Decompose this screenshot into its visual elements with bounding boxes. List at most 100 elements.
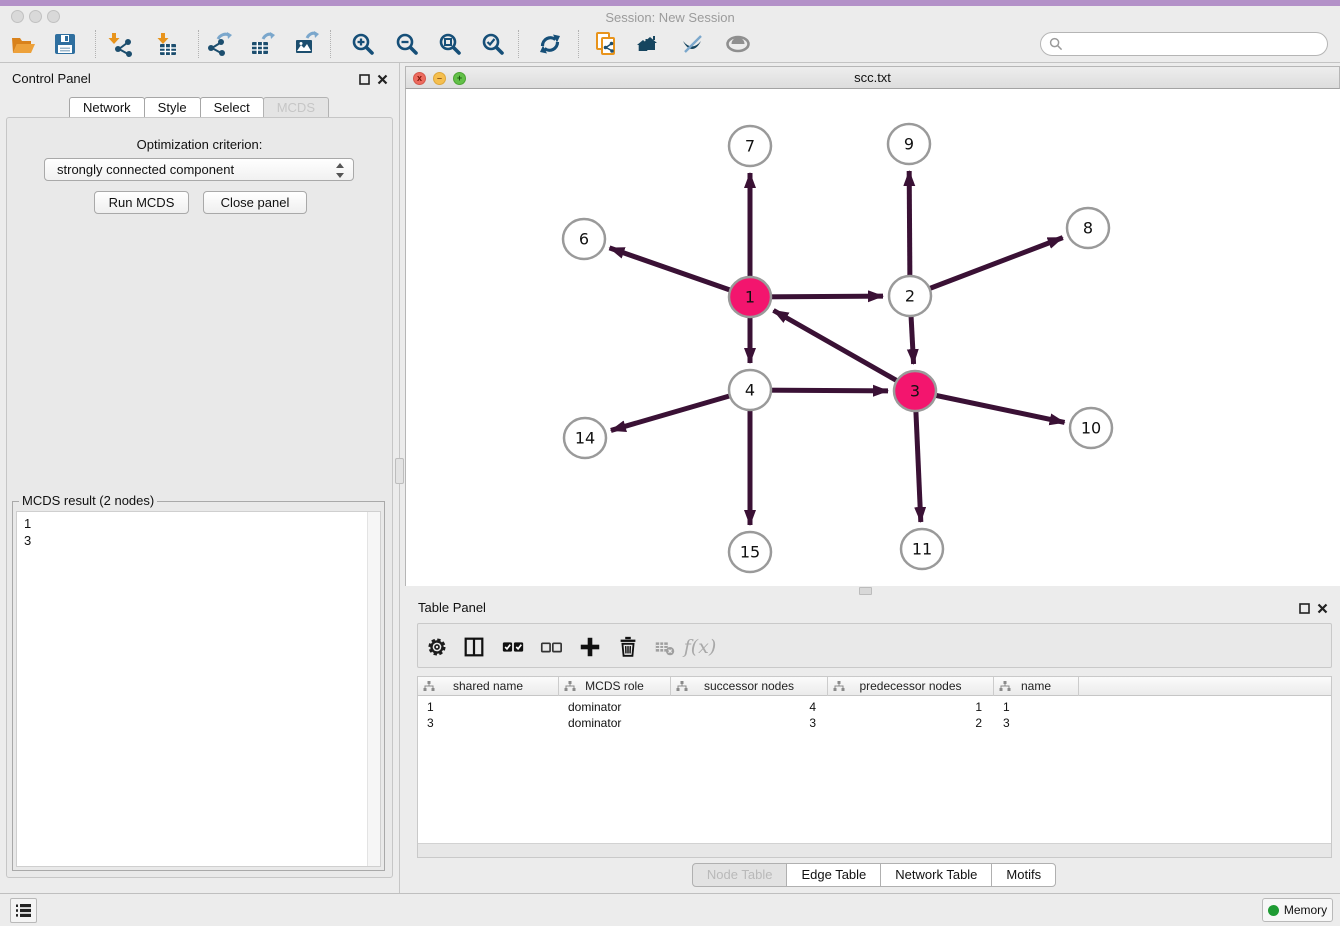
graph-node-11[interactable]: 11: [901, 529, 943, 569]
hierarchy-icon: [833, 681, 845, 692]
graph-node-10[interactable]: 10: [1070, 408, 1112, 448]
toolbar-separator: [330, 30, 331, 58]
columns-icon: [462, 635, 486, 659]
deselect-all-icon: [538, 635, 564, 659]
tab-motifs[interactable]: Motifs: [991, 863, 1056, 887]
export-table-button[interactable]: [247, 29, 277, 59]
mcds-result-textarea[interactable]: 1 3: [16, 511, 381, 867]
horizontal-splitter-handle[interactable]: [859, 587, 872, 595]
select-all-columns-button[interactable]: [499, 633, 527, 661]
search-input[interactable]: [1068, 36, 1327, 52]
zoom-out-button[interactable]: [392, 29, 422, 59]
open-session-button[interactable]: [8, 29, 38, 59]
show-columns-button[interactable]: [460, 633, 488, 661]
tab-select[interactable]: Select: [200, 97, 264, 119]
optimization-criterion-select[interactable]: strongly connected component: [44, 158, 354, 181]
column-header-successor-nodes[interactable]: successor nodes: [671, 677, 828, 696]
column-header-name[interactable]: name: [994, 677, 1079, 696]
graph-node-8[interactable]: 8: [1067, 208, 1109, 248]
mcds-result-title: MCDS result (2 nodes): [19, 493, 157, 508]
zoom-selected-button[interactable]: [478, 29, 508, 59]
import-network-button[interactable]: [106, 29, 136, 59]
column-label: shared name: [453, 679, 523, 693]
tab-node-table[interactable]: Node Table: [692, 863, 788, 887]
graph-node-7[interactable]: 7: [729, 126, 771, 166]
graph-node-9[interactable]: 9: [888, 124, 930, 164]
toolbar-separator: [95, 30, 96, 58]
tab-network-table[interactable]: Network Table: [880, 863, 992, 887]
zoom-in-button[interactable]: [348, 29, 378, 59]
table-settings-button[interactable]: [423, 633, 451, 661]
column-header-MCDS-role[interactable]: MCDS role: [559, 677, 671, 696]
import-table-icon: [153, 31, 179, 57]
graph-node-label: 14: [575, 429, 595, 448]
close-panel-button[interactable]: Close panel: [203, 191, 307, 214]
tab-network[interactable]: Network: [69, 97, 145, 119]
refresh-layout-button[interactable]: [535, 29, 565, 59]
deselect-all-columns-button[interactable]: [537, 633, 565, 661]
tab-style[interactable]: Style: [144, 97, 201, 119]
graph-edge-3-10[interactable]: [915, 391, 1065, 422]
graph-node-2[interactable]: 2: [889, 276, 931, 316]
table-horizontal-scrollbar[interactable]: [418, 843, 1331, 857]
graph-edge-2-8[interactable]: [910, 238, 1063, 296]
graph-node-label: 1: [745, 288, 755, 307]
show-graphics-details-button[interactable]: [723, 29, 753, 59]
table-cell: 2: [828, 715, 994, 731]
column-label: predecessor nodes: [859, 679, 961, 693]
clone-network-button[interactable]: [591, 29, 621, 59]
tab-edge-table[interactable]: Edge Table: [786, 863, 881, 887]
table-row[interactable]: 1dominator411: [418, 699, 1331, 715]
graph-node-6[interactable]: 6: [563, 219, 605, 259]
delete-table-button-disabled: [651, 633, 679, 661]
close-icon: [1317, 603, 1328, 614]
export-image-button[interactable]: [291, 29, 321, 59]
network-canvas[interactable]: 7 9 6 8 1 2 4 3 14 10 15 11: [405, 89, 1340, 586]
delete-row-button[interactable]: [614, 633, 642, 661]
network-window-titlebar[interactable]: x – + scc.txt: [405, 66, 1340, 89]
export-network-icon: [206, 31, 232, 57]
graph-node-label: 3: [910, 382, 920, 401]
run-mcds-button[interactable]: Run MCDS: [94, 191, 189, 214]
control-panel-float-button[interactable]: [358, 73, 370, 85]
status-bar: Memory: [0, 893, 1340, 926]
graph-node-14[interactable]: 14: [564, 418, 606, 458]
node-table: shared name MCDS rolesuccessor nodes prede…: [417, 676, 1332, 858]
optimization-criterion-label: Optimization criterion:: [0, 137, 399, 152]
graph-edge-3-1[interactable]: [773, 310, 915, 391]
table-cell: dominator: [559, 699, 671, 715]
add-row-button[interactable]: [576, 633, 604, 661]
table-row[interactable]: 3dominator323: [418, 715, 1331, 731]
float-icon: [359, 74, 370, 85]
zoom-fit-button[interactable]: [435, 29, 465, 59]
column-header-predecessor-nodes[interactable]: predecessor nodes: [828, 677, 994, 696]
graph-node-4[interactable]: 4: [729, 370, 771, 410]
style-preview-button[interactable]: [678, 29, 708, 59]
graph-node-15[interactable]: 15: [729, 532, 771, 572]
graph-node-3[interactable]: 3: [894, 371, 936, 411]
search-icon: [1049, 37, 1063, 51]
result-scrollbar[interactable]: [367, 512, 380, 866]
clone-network-icon: [593, 31, 619, 57]
table-panel-close-button[interactable]: [1316, 602, 1328, 614]
task-history-button[interactable]: [10, 898, 37, 923]
graph-edge-1-6[interactable]: [609, 248, 750, 297]
application-window: Session: New Session: [0, 0, 1340, 926]
table-panel-float-button[interactable]: [1298, 602, 1310, 614]
import-table-button[interactable]: [151, 29, 181, 59]
save-session-button[interactable]: [50, 29, 80, 59]
eye-icon: [724, 31, 752, 57]
search-field[interactable]: [1040, 32, 1328, 56]
tab-mcds[interactable]: MCDS: [263, 97, 329, 119]
home-layout-button[interactable]: [635, 29, 665, 59]
graph-node-1[interactable]: 1: [729, 277, 771, 317]
table-cell: 3: [418, 715, 559, 731]
vertical-splitter-handle[interactable]: [395, 458, 404, 484]
graph-node-label: 2: [905, 287, 915, 306]
control-panel-close-button[interactable]: [376, 73, 388, 85]
hierarchy-icon: [564, 681, 576, 692]
memory-button[interactable]: Memory: [1262, 898, 1333, 922]
export-network-button[interactable]: [204, 29, 234, 59]
column-header-shared-name[interactable]: shared name: [418, 677, 559, 696]
graph-node-label: 8: [1083, 219, 1093, 238]
